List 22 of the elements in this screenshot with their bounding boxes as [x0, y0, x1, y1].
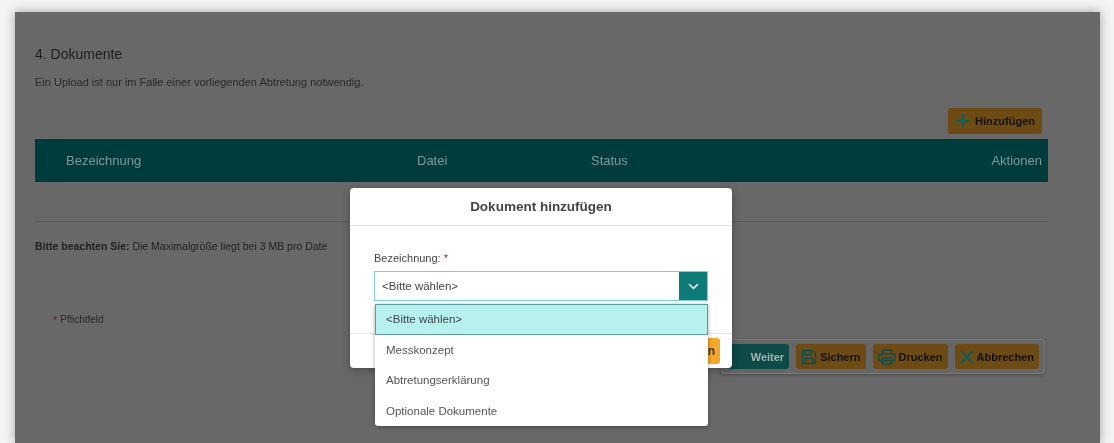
dropdown-toggle[interactable] — [679, 272, 707, 300]
section-description: Ein Upload ist nur im Falle einer vorliegenden Abtretung notwendig. — [35, 76, 365, 88]
required-marker: * — [53, 314, 58, 326]
required-hint: Pflichtfeld — [60, 314, 104, 326]
modal-title: Dokument hinzufügen — [470, 199, 612, 214]
dropdown-option[interactable]: Messkonzept — [375, 334, 708, 365]
dropdown-option[interactable]: Abtretungserklärung — [375, 365, 708, 396]
close-icon — [959, 349, 974, 364]
column-header: Status — [591, 153, 629, 168]
column-header: Bezeichnung — [66, 153, 143, 168]
plus-icon — [955, 113, 972, 129]
printer-icon — [877, 348, 896, 365]
select-field[interactable]: <Bitte wählen> — [374, 271, 708, 301]
chevron-down-icon — [687, 282, 699, 290]
field-label: Bezeichnung: — [374, 252, 441, 264]
section-title: 4. Dokumente — [35, 46, 124, 62]
required-marker: * — [443, 252, 448, 264]
dropdown-option[interactable]: <Bitte wählen> — [375, 304, 708, 335]
size-note: Bitte beachten Sie: Die Maximalgröße liegt bei 3 MB pro Date — [35, 240, 329, 252]
column-header: Datei — [417, 153, 449, 168]
column-header: Aktionen — [991, 153, 1042, 168]
dropdown-option[interactable]: Optionale Dokumente — [375, 395, 708, 426]
